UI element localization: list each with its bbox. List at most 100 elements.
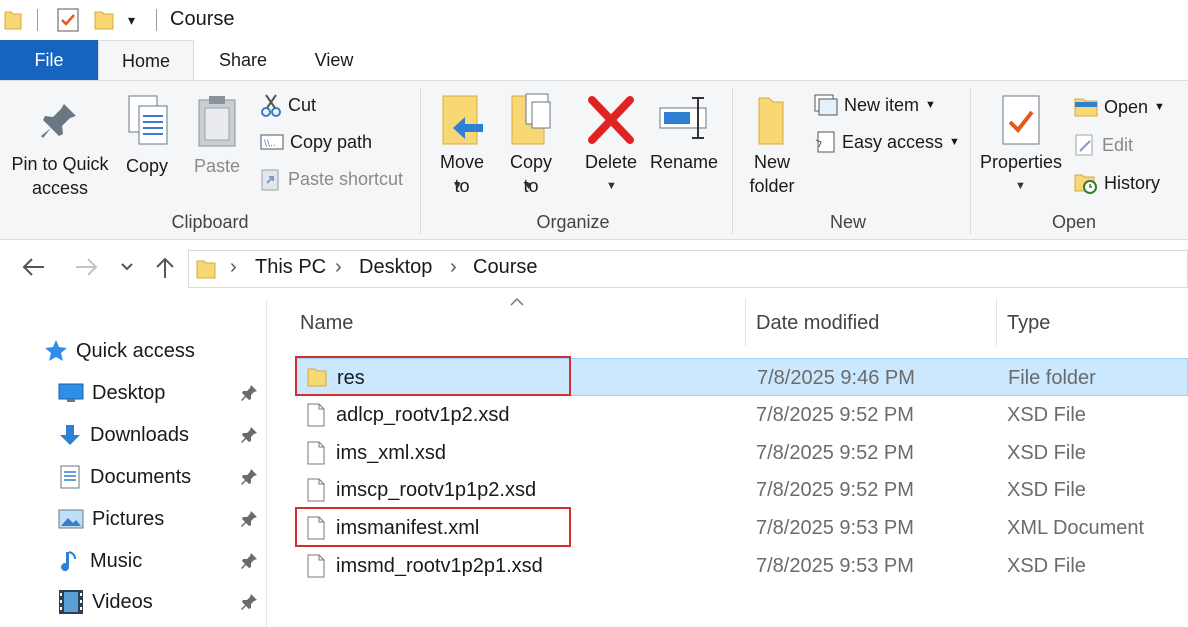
file-name[interactable]: imsmd_rootv1p2p1.xsd: [336, 547, 543, 585]
star-icon: [44, 339, 68, 363]
sidebar-item-documents[interactable]: Documents: [58, 457, 191, 497]
file-date-modified: 7/8/2025 9:46 PM: [757, 367, 915, 389]
tab-share[interactable]: Share: [210, 40, 276, 80]
new-folder-quick-icon[interactable]: [94, 9, 114, 31]
videos-icon: [58, 589, 84, 615]
easy-access-button[interactable]: Easy access ▼: [814, 129, 960, 155]
breadcrumb-chevron[interactable]: ›: [230, 256, 237, 279]
pin-icon[interactable]: [240, 468, 258, 486]
file-icon: [306, 441, 326, 465]
forward-icon[interactable]: [74, 255, 100, 279]
table-row[interactable]: imsmd_rootv1p2p1.xsd 7/8/2025 9:53 PM XSD …: [296, 547, 1188, 585]
sidebar-item-label: Downloads: [90, 423, 189, 446]
pin-icon[interactable]: [240, 552, 258, 570]
window-title: Course: [170, 8, 235, 30]
divider: [156, 9, 157, 31]
pin-to-quick-access-button[interactable]: Pin to Quick access: [4, 92, 116, 200]
table-row[interactable]: ims_xml.xsd 7/8/2025 9:52 PM XSD File: [296, 434, 1188, 472]
copy-to-icon: [508, 92, 554, 150]
group-divider: [732, 88, 733, 234]
sidebar-item-music[interactable]: Music: [58, 541, 142, 581]
copy-path-label: Copy path: [290, 131, 373, 152]
delete-button[interactable]: Delete: [580, 92, 642, 174]
sidebar-item-downloads[interactable]: Downloads: [58, 415, 189, 455]
file-date-modified: 7/8/2025 9:52 PM: [756, 441, 914, 464]
new-item-label: New item: [844, 94, 920, 115]
table-row[interactable]: adlcp_rootv1p2.xsd 7/8/2025 9:52 PM XSD Fi…: [296, 396, 1188, 434]
column-header-name[interactable]: Name: [300, 312, 353, 335]
pin-icon[interactable]: [240, 384, 258, 402]
tab-file[interactable]: File: [0, 40, 98, 80]
properties-button[interactable]: Properties: [974, 92, 1068, 174]
breadcrumb-chevron[interactable]: ›: [450, 256, 457, 279]
open-group-label: Open: [1051, 212, 1097, 232]
pin-icon[interactable]: [240, 426, 258, 444]
edit-button[interactable]: Edit: [1074, 132, 1133, 158]
column-divider[interactable]: [996, 298, 997, 346]
move-to-icon: [439, 92, 485, 150]
open-folder-icon: [1074, 96, 1098, 118]
new-folder-icon: [751, 92, 791, 150]
delete-label: Delete: [584, 152, 638, 172]
open-button[interactable]: Open ▼: [1074, 94, 1165, 120]
sidebar-item-label: Videos: [92, 590, 153, 613]
new-group-label: New: [829, 212, 866, 232]
file-name[interactable]: adlcp_rootv1p2.xsd: [336, 396, 509, 434]
sidebar-item-pictures[interactable]: Pictures: [58, 499, 164, 539]
breadcrumb-chevron[interactable]: ›: [335, 256, 342, 279]
pin-icon[interactable]: [240, 510, 258, 528]
edit-icon: [1074, 133, 1096, 157]
table-row[interactable]: imscp_rootv1p1p2.xsd 7/8/2025 9:52 PM XSD …: [296, 471, 1188, 509]
sidebar-item-label: Documents: [90, 465, 192, 488]
breadcrumb-desktop[interactable]: Desktop: [359, 256, 432, 279]
paste-button[interactable]: Paste: [188, 92, 246, 178]
tab-view[interactable]: View: [300, 40, 368, 80]
clipboard-group-label: Clipboard: [171, 212, 249, 232]
properties-quick-icon[interactable]: [57, 8, 79, 32]
chevron-down-icon: ▼: [925, 99, 936, 111]
column-header-type[interactable]: Type: [1007, 312, 1050, 335]
open-label: Open: [1104, 96, 1149, 117]
pin-icon[interactable]: [240, 593, 258, 611]
up-icon[interactable]: [154, 256, 176, 280]
customize-quick-access-icon[interactable]: ▾: [128, 12, 135, 29]
paste-icon: [195, 92, 239, 150]
highlight-box: [295, 356, 571, 396]
copy-button[interactable]: Copy: [118, 92, 176, 178]
column-divider[interactable]: [745, 298, 746, 346]
chevron-down-icon: ▼: [606, 180, 617, 192]
delete-icon: [588, 92, 634, 150]
sidebar-item-videos[interactable]: Videos: [58, 582, 153, 622]
copy-path-button[interactable]: \\.. Copy path: [260, 129, 372, 155]
file-date-modified: 7/8/2025 9:53 PM: [756, 517, 914, 540]
new-folder-button[interactable]: New folder: [740, 92, 802, 198]
recent-locations-icon[interactable]: [120, 262, 134, 272]
file-type: XSD File: [1007, 441, 1086, 464]
sidebar-item-label: Quick access: [76, 339, 195, 362]
tab-home[interactable]: Home: [98, 40, 194, 81]
breadcrumb-course[interactable]: Course: [473, 256, 537, 279]
column-header-date-modified[interactable]: Date modified: [756, 312, 879, 335]
svg-text:\\..: \\..: [264, 139, 276, 149]
history-button[interactable]: History: [1074, 170, 1160, 196]
new-item-button[interactable]: New item ▼: [814, 92, 936, 118]
rename-button[interactable]: Rename: [648, 92, 720, 174]
breadcrumb-this-pc[interactable]: This PC: [255, 256, 326, 279]
file-name[interactable]: ims_xml.xsd: [336, 434, 446, 472]
documents-icon: [58, 465, 82, 489]
move-to-button[interactable]: Move to: [432, 92, 492, 196]
paste-shortcut-button[interactable]: Paste shortcut: [260, 166, 403, 192]
paste-shortcut-label: Paste shortcut: [288, 168, 404, 189]
back-icon[interactable]: [20, 255, 46, 279]
chevron-down-icon: ▼: [523, 180, 534, 192]
desktop-icon: [58, 382, 84, 404]
cut-button[interactable]: Cut: [260, 92, 316, 118]
file-date-modified: 7/8/2025 9:52 PM: [756, 403, 914, 426]
sidebar-item-desktop[interactable]: Desktop: [58, 373, 165, 413]
sidebar-item-quick-access[interactable]: Quick access: [44, 331, 195, 371]
file-icon: [306, 403, 326, 427]
highlight-box: [295, 507, 571, 548]
rename-label: Rename: [649, 152, 719, 172]
file-name[interactable]: imscp_rootv1p1p2.xsd: [336, 471, 536, 509]
pane-divider: [266, 300, 267, 627]
